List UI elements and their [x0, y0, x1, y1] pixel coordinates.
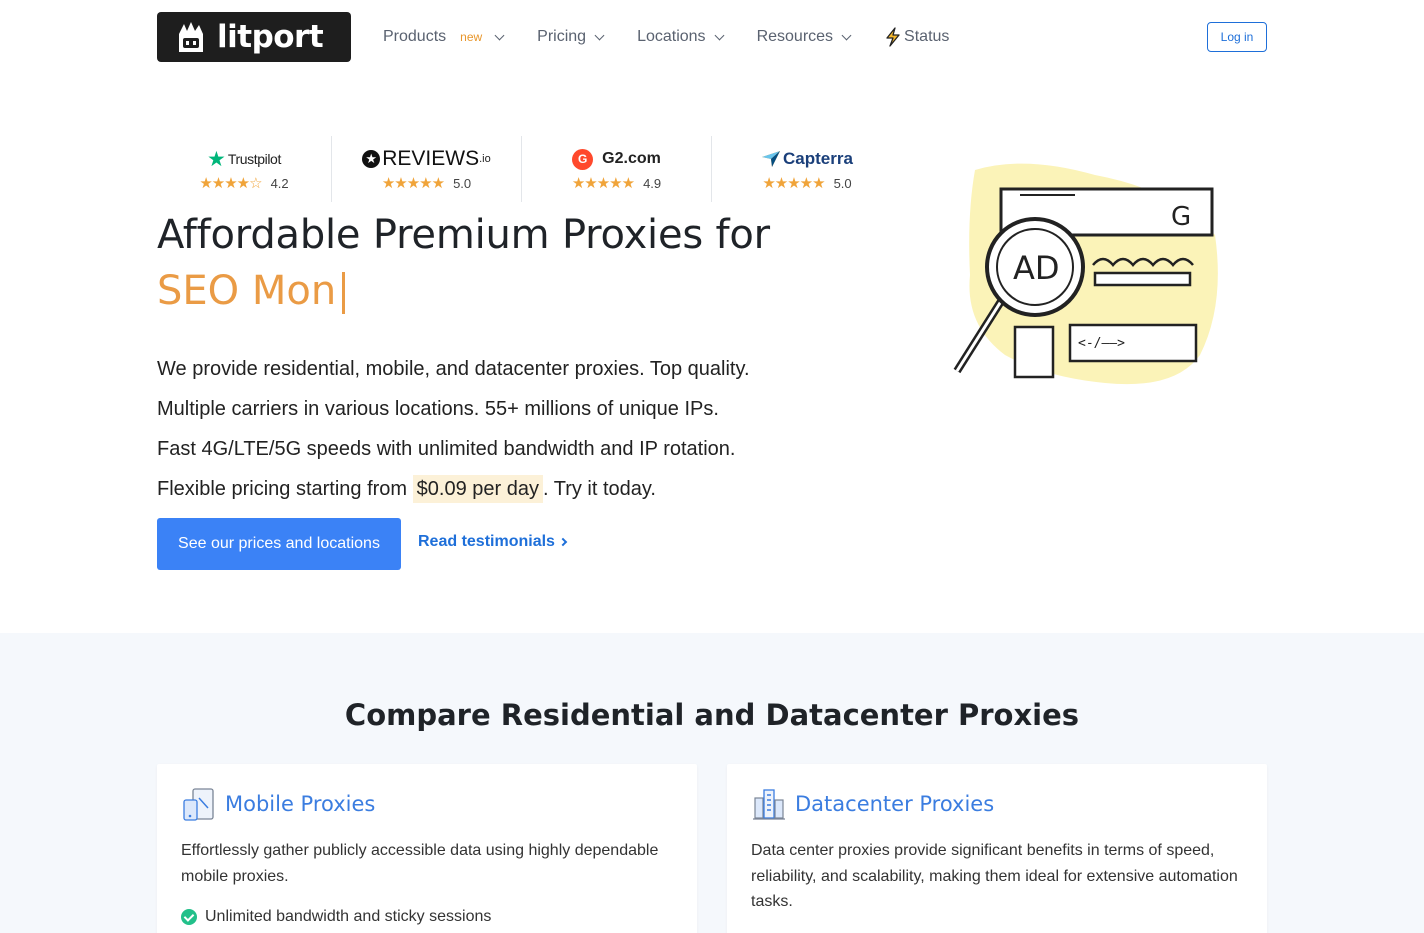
check-circle-icon	[181, 909, 197, 925]
g2-icon: G	[572, 148, 594, 170]
price-highlight: $0.09 per day	[412, 475, 543, 503]
mobile-proxies-title[interactable]: Mobile Proxies	[225, 792, 375, 816]
hero-typed-text: SEO Mon	[157, 266, 346, 316]
nav-products-label: Products	[383, 28, 447, 45]
nav-status[interactable]: Status	[884, 27, 949, 47]
hero-description: We provide residential, mobile, and data…	[157, 349, 750, 509]
star-rating: ★★★★★	[571, 175, 635, 192]
hero-line: Multiple carriers in various locations. …	[157, 398, 719, 420]
mobile-proxies-card[interactable]: Mobile Proxies Effortlessly gather publi…	[157, 764, 697, 933]
datacenter-proxies-description: Data center proxies provide significant …	[751, 842, 1238, 910]
mobile-proxies-description: Effortlessly gather publicly accessible …	[181, 842, 659, 885]
datacenter-building-icon	[753, 789, 785, 820]
logo-text: litport	[217, 19, 324, 55]
chevron-down-icon	[494, 30, 505, 40]
star-rating: ★★★★★	[381, 175, 445, 192]
nav-resources[interactable]: Resources	[756, 28, 852, 46]
rating-score: 5.0	[453, 175, 472, 191]
hero-line: Fast 4G/LTE/5G speeds with unlimited ban…	[157, 438, 736, 460]
see-prices-button[interactable]: See our prices and locations	[157, 518, 401, 570]
rating-score: 5.0	[833, 175, 852, 191]
login-button[interactable]: Log in	[1207, 22, 1267, 52]
rating-capterra[interactable]: Capterra ★★★★★ 5.0	[712, 136, 902, 202]
feature-item: Unlimited bandwidth and sticky sessions	[181, 908, 491, 926]
review-ratings: ★ Trustpilot ★★★★☆ 4.2 ★ REVIEWS .io ★★★★…	[157, 136, 902, 202]
rating-score: 4.2	[270, 175, 289, 191]
svg-text:AD: AD	[1013, 249, 1060, 287]
nav-status-label: Status	[904, 28, 950, 45]
logo-fire-icon	[179, 22, 203, 52]
hero-line: We provide residential, mobile, and data…	[157, 358, 750, 380]
seo-ad-illustration: G <-/——> AD	[953, 163, 1218, 385]
rating-score: 4.9	[643, 175, 662, 191]
nav-pricing[interactable]: Pricing	[537, 28, 605, 46]
compare-title: Compare Residential and Datacenter Proxi…	[344, 698, 1080, 732]
reviews-star-icon: ★	[362, 150, 381, 168]
compare-section: Compare Residential and Datacenter Proxi…	[0, 633, 1424, 933]
rating-trustpilot[interactable]: ★ Trustpilot ★★★★☆ 4.2	[157, 136, 332, 202]
lightning-bolt-icon	[886, 27, 900, 47]
rating-g2[interactable]: G G2.com ★★★★★ 4.9	[522, 136, 712, 202]
chevron-down-icon	[714, 30, 725, 40]
nav-products[interactable]: Products new	[383, 28, 505, 46]
hero-pricing-line: Flexible pricing starting from $0.09 per…	[157, 469, 750, 509]
chevron-down-icon	[841, 30, 852, 40]
capterra-logo: Capterra	[761, 146, 853, 172]
mobile-phone-icon	[183, 788, 214, 821]
capterra-arrow-icon	[762, 151, 781, 167]
nav-locations[interactable]: Locations	[637, 28, 725, 46]
datacenter-proxies-title[interactable]: Datacenter Proxies	[795, 792, 994, 816]
reviews-io-logo: ★ REVIEWS .io	[362, 146, 491, 172]
svg-text:G: G	[1171, 202, 1191, 232]
trustpilot-star-icon: ★	[207, 147, 226, 171]
hero-title: Affordable Premium Proxies for	[157, 212, 770, 258]
datacenter-proxies-card[interactable]: Datacenter Proxies Data center proxies p…	[727, 764, 1267, 933]
typing-cursor	[342, 272, 346, 314]
new-badge: new	[460, 30, 483, 44]
site-header: litport Products new Pricing Locations R…	[0, 0, 1424, 74]
svg-text:<-/——>: <-/——>	[1078, 336, 1125, 351]
rating-reviews-io[interactable]: ★ REVIEWS .io ★★★★★ 5.0	[332, 136, 522, 202]
chevron-right-icon	[558, 537, 568, 547]
litport-logo[interactable]: litport	[157, 12, 351, 62]
chevron-down-icon	[594, 30, 605, 40]
star-rating: ★★★★★	[762, 175, 825, 192]
nav-pricing-label: Pricing	[537, 28, 587, 45]
g2-logo: G G2.com	[572, 146, 661, 172]
star-rating: ★★★★☆	[199, 175, 262, 192]
read-testimonials-link[interactable]: Read testimonials	[418, 533, 568, 551]
nav-resources-label: Resources	[756, 28, 834, 45]
trustpilot-logo: ★ Trustpilot	[207, 147, 281, 171]
main-nav: Products new Pricing Locations Resources…	[383, 24, 949, 50]
nav-locations-label: Locations	[637, 28, 706, 45]
